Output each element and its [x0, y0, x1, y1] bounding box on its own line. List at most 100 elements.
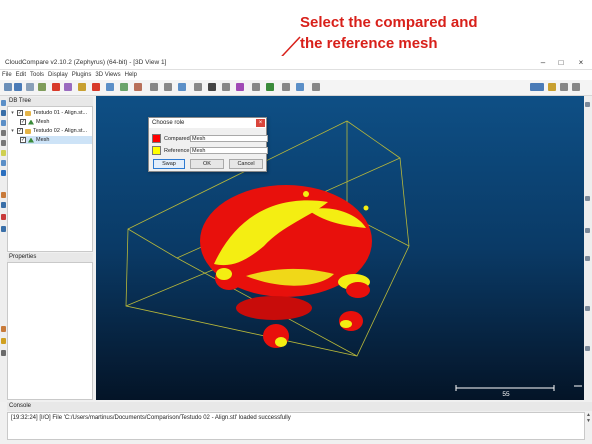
- console-title: Console: [7, 402, 592, 411]
- segment-icon[interactable]: [78, 83, 86, 91]
- label-icon[interactable]: [252, 83, 260, 91]
- zoom-icon[interactable]: [1, 160, 6, 166]
- reference-field: Mesh: [190, 147, 268, 154]
- properties-title: Properties: [7, 253, 93, 262]
- folder-icon: [25, 128, 31, 134]
- annotation-line-1: Select the compared and: [300, 14, 478, 31]
- options-icon[interactable]: [1, 350, 6, 356]
- settings-icon[interactable]: [26, 83, 34, 91]
- lights-icon[interactable]: [548, 83, 556, 91]
- db-tree-panel: ▾ ✓ Testudo 01 - Align.st... ✓ Mesh ▾ ✓ …: [7, 106, 93, 252]
- view-back-icon[interactable]: [1, 130, 6, 136]
- view-right-icon[interactable]: [1, 140, 6, 146]
- tree-item-label: Mesh: [36, 119, 50, 125]
- filter-icon[interactable]: [134, 83, 142, 91]
- bubble-view-icon[interactable]: [1, 326, 6, 332]
- title-bar: CloudCompare v2.10.2 (Zephyrus) (64-bit)…: [0, 56, 592, 70]
- render-icon[interactable]: [282, 83, 290, 91]
- compared-field: Mesh: [190, 135, 268, 142]
- expand-icon[interactable]: ▾: [10, 127, 15, 135]
- scale-label: 55: [502, 391, 510, 398]
- light-icon[interactable]: [1, 338, 6, 344]
- measure-icon[interactable]: [222, 83, 230, 91]
- perspective-icon[interactable]: [1, 192, 6, 198]
- tree-item-label: Mesh: [36, 137, 50, 143]
- close-icon[interactable]: ×: [256, 119, 265, 127]
- checkbox-icon[interactable]: ✓: [20, 119, 26, 125]
- tree-item-mesh-2[interactable]: ✓ Mesh: [20, 136, 92, 144]
- turtle-mesh[interactable]: [200, 185, 372, 348]
- save-icon[interactable]: [14, 83, 22, 91]
- reference-label: Reference: [164, 147, 190, 154]
- cloud-icon[interactable]: [38, 83, 46, 91]
- cancel-button[interactable]: Cancel: [229, 159, 263, 169]
- align-icon[interactable]: [178, 83, 186, 91]
- side-tool-icon[interactable]: [585, 228, 590, 233]
- merge-icon[interactable]: [64, 83, 72, 91]
- menu-file[interactable]: File: [2, 70, 12, 80]
- point-pick-icon[interactable]: [266, 83, 274, 91]
- view-top-icon[interactable]: [1, 110, 6, 116]
- close-window-button[interactable]: ×: [574, 58, 588, 68]
- view-icon[interactable]: [296, 83, 304, 91]
- rotate-icon[interactable]: [1, 226, 6, 232]
- view-front-icon[interactable]: [1, 100, 6, 106]
- checkbox-icon[interactable]: ✓: [17, 128, 23, 134]
- tree-item-mesh-1[interactable]: ✓ Mesh: [20, 118, 49, 126]
- console-panel: [19:32:24] [I/O] File 'C:/Users/martinus…: [7, 412, 585, 440]
- grid-icon[interactable]: [208, 83, 216, 91]
- camera-icon[interactable]: [312, 83, 320, 91]
- tree-item-label: Testudo 02 - Align.st...: [33, 128, 88, 134]
- left-toolbar: [0, 96, 7, 402]
- menu-help[interactable]: Help: [125, 70, 137, 80]
- folder-icon: [25, 110, 31, 116]
- scroll-up-icon[interactable]: [585, 102, 590, 107]
- ok-button[interactable]: OK: [190, 159, 224, 169]
- mesh-icon: [28, 119, 34, 125]
- side-tool-icon[interactable]: [585, 256, 590, 261]
- expand-icon[interactable]: ▾: [10, 109, 15, 117]
- menu-plugins[interactable]: Plugins: [72, 70, 92, 80]
- tree-item-label: Testudo 01 - Align.st...: [33, 110, 88, 116]
- app-window: CloudCompare v2.10.2 (Zephyrus) (64-bit)…: [0, 56, 592, 444]
- reference-row: Reference Mesh: [152, 146, 268, 155]
- checkbox-icon[interactable]: ✓: [20, 137, 26, 143]
- fullscreen-icon[interactable]: [560, 83, 568, 91]
- choose-role-dialog: Choose role × Compared Mesh Reference Me…: [148, 117, 268, 172]
- console-line: [19:32:24] [I/O] File 'C:/Users/martinus…: [11, 415, 291, 421]
- display-mode-icon[interactable]: [530, 83, 544, 91]
- open-icon[interactable]: [4, 83, 12, 91]
- side-tool-icon[interactable]: [585, 346, 590, 351]
- minimize-button[interactable]: –: [536, 58, 550, 68]
- translate-icon[interactable]: [106, 83, 114, 91]
- menu-display[interactable]: Display: [48, 70, 68, 80]
- clip-icon[interactable]: [236, 83, 244, 91]
- console-scrollbar[interactable]: ▲ ▼: [585, 412, 592, 440]
- menu-edit[interactable]: Edit: [16, 70, 26, 80]
- menu-bar: File Edit Tools Display Plugins 3D Views…: [0, 70, 592, 80]
- swap-button[interactable]: Swap: [153, 159, 185, 169]
- menu-3d-views[interactable]: 3D Views: [95, 70, 120, 80]
- zoom-fit-icon[interactable]: [572, 83, 580, 91]
- tree-item-testudo-02[interactable]: ▾ ✓ Testudo 02 - Align.st...: [10, 127, 87, 135]
- cross-section-icon[interactable]: [194, 83, 202, 91]
- delete-icon[interactable]: [92, 83, 100, 91]
- normals-icon[interactable]: [164, 83, 172, 91]
- side-tool-icon[interactable]: [585, 306, 590, 311]
- search-icon[interactable]: [1, 170, 6, 176]
- menu-tools[interactable]: Tools: [30, 70, 44, 80]
- checkbox-icon[interactable]: ✓: [17, 110, 23, 116]
- tree-item-testudo-01[interactable]: ▾ ✓ Testudo 01 - Align.st...: [10, 109, 87, 117]
- compared-color-swatch: [152, 134, 161, 143]
- reference-color-swatch: [152, 146, 161, 155]
- maximize-button[interactable]: □: [554, 58, 568, 68]
- dialog-title: Choose role: [152, 120, 185, 126]
- side-tool-icon[interactable]: [585, 196, 590, 201]
- scalar-field-icon[interactable]: [120, 83, 128, 91]
- ortho-icon[interactable]: [1, 202, 6, 208]
- compare-mesh-icon[interactable]: [52, 83, 60, 91]
- view-bottom-icon[interactable]: [1, 150, 6, 156]
- sample-icon[interactable]: [150, 83, 158, 91]
- pivot-icon[interactable]: [1, 214, 6, 220]
- view-left-icon[interactable]: [1, 120, 6, 126]
